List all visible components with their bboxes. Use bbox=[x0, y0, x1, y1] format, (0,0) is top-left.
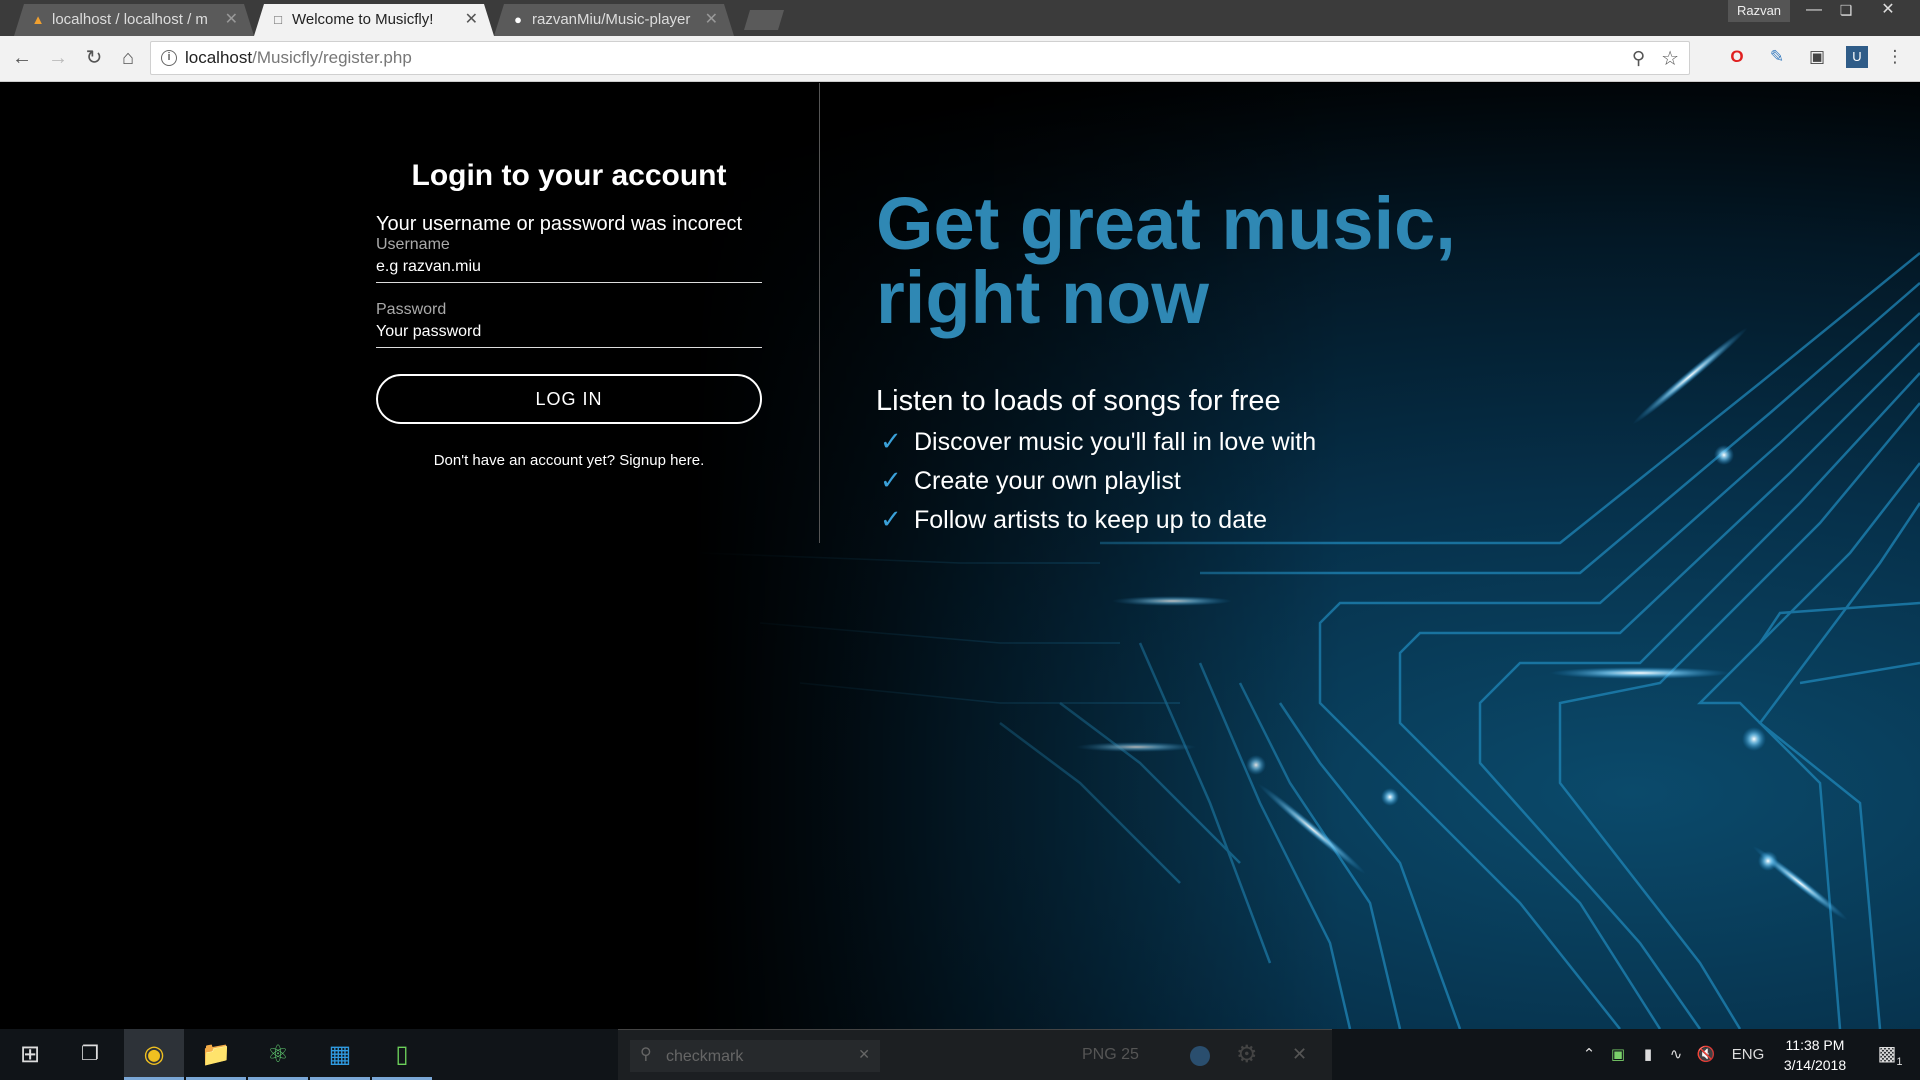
panel-divider bbox=[819, 83, 820, 543]
checkmark-icon: ✓ bbox=[880, 426, 902, 456]
browser-toolbar: ← → ↻ ⌂ i localhost/Musicfly/register.ph… bbox=[0, 36, 1920, 82]
feature-item: ✓ Create your own playlist bbox=[880, 465, 1181, 495]
checkmark-icon: ✓ bbox=[880, 504, 902, 534]
close-icon[interactable]: ✕ bbox=[225, 4, 238, 36]
home-icon[interactable]: ⌂ bbox=[114, 44, 142, 72]
search-icon: ⚲ bbox=[640, 1046, 652, 1063]
chevron-up-icon[interactable]: ⌃ bbox=[1578, 1029, 1600, 1080]
clock[interactable]: 11:38 PM 3/14/2018 bbox=[1770, 1035, 1860, 1075]
restore-icon[interactable]: ❏ bbox=[1832, 0, 1860, 22]
profile-button[interactable]: Razvan bbox=[1728, 0, 1790, 22]
signup-link[interactable]: Don't have an account yet? Signup here. bbox=[376, 452, 762, 469]
browser-title-bar: ▲ localhost / localhost / m ✕ □ Welcome … bbox=[0, 0, 1920, 36]
close-icon[interactable]: ✕ bbox=[1292, 1044, 1307, 1065]
username-input[interactable] bbox=[376, 258, 762, 276]
address-bar[interactable]: i localhost/Musicfly/register.php ⚲ ☆ bbox=[150, 41, 1690, 75]
musicfly-page: Login to your account Your username or p… bbox=[0, 83, 1920, 1029]
tab-label: localhost / localhost / m bbox=[52, 11, 208, 28]
info-icon[interactable]: i bbox=[161, 50, 177, 66]
windows-taskbar: ⊞ ❐ ◉ 📁 ⚛ ▦ ▯ ⚲ checkmark ✕ PNG 25 ⚙ ✕ ⌃… bbox=[0, 1029, 1920, 1080]
page-icon: □ bbox=[274, 12, 282, 27]
password-field-group: Password bbox=[376, 301, 762, 348]
tab-label: razvanMiu/Music-player bbox=[532, 11, 691, 28]
minimize-icon[interactable]: — bbox=[1800, 0, 1828, 22]
login-button[interactable]: LOG IN bbox=[376, 374, 762, 424]
login-form: Login to your account Your username or p… bbox=[376, 159, 762, 469]
back-icon[interactable]: ← bbox=[8, 44, 36, 72]
reload-icon[interactable]: ↻ bbox=[80, 44, 108, 72]
language-indicator[interactable]: ENG bbox=[1728, 1029, 1768, 1080]
windows-start-icon[interactable]: ⊞ bbox=[0, 1029, 60, 1080]
notification-icon[interactable]: ▩1 bbox=[1868, 1029, 1912, 1080]
key-icon[interactable]: ⚲ bbox=[1632, 48, 1645, 69]
volume-mute-icon[interactable]: 🔇 bbox=[1694, 1029, 1718, 1080]
feature-item: ✓ Discover music you'll fall in love wit… bbox=[880, 426, 1317, 456]
password-label: Password bbox=[376, 301, 447, 318]
icon-search-input[interactable]: ⚲ checkmark ✕ bbox=[630, 1040, 880, 1072]
battery-icon[interactable]: ▮ bbox=[1636, 1029, 1660, 1080]
clock-time: 11:38 PM bbox=[1785, 1037, 1845, 1053]
clear-icon[interactable]: ✕ bbox=[858, 1046, 870, 1063]
bookmark-star-icon[interactable]: ☆ bbox=[1661, 46, 1679, 71]
control-panel-icon[interactable]: ▦ bbox=[310, 1029, 370, 1080]
file-explorer-icon[interactable]: 📁 bbox=[186, 1029, 246, 1080]
error-message: Your username or password was incorect bbox=[376, 213, 743, 235]
gear-icon[interactable]: ⚙ bbox=[1236, 1040, 1258, 1069]
tab-phpmyadmin[interactable]: ▲ localhost / localhost / m ✕ bbox=[14, 4, 254, 36]
tab-musicfly[interactable]: □ Welcome to Musicfly! ✕ bbox=[254, 4, 494, 36]
forward-icon[interactable]: → bbox=[44, 44, 72, 72]
menu-icon[interactable]: ⋮ bbox=[1884, 46, 1906, 68]
hero-title: Get great music, right now bbox=[876, 182, 1456, 339]
username-label: Username bbox=[376, 236, 450, 253]
task-view-icon[interactable]: ❐ bbox=[60, 1029, 120, 1080]
security-icon[interactable]: ▣ bbox=[1606, 1029, 1630, 1080]
icon-search-panel: ⚲ checkmark ✕ PNG 25 ⚙ ✕ bbox=[618, 1029, 1332, 1080]
tab-github[interactable]: ● razvanMiu/Music-player ✕ bbox=[494, 4, 734, 36]
search-text: checkmark bbox=[666, 1048, 744, 1065]
extension-icon[interactable]: U bbox=[1846, 46, 1868, 68]
password-input[interactable] bbox=[376, 323, 762, 341]
hero-section: Get great music, right now Listen to loa… bbox=[876, 187, 1596, 535]
login-title: Login to your account bbox=[411, 159, 727, 192]
hero-subtitle: Listen to loads of songs for free bbox=[876, 385, 1281, 417]
new-tab-button[interactable] bbox=[744, 10, 784, 30]
phpmyadmin-icon: ▲ bbox=[31, 12, 45, 27]
github-icon: ● bbox=[514, 12, 522, 27]
url-text[interactable]: localhost/Musicfly/register.php bbox=[185, 42, 412, 74]
tab-label: Welcome to Musicfly! bbox=[292, 11, 434, 28]
opera-icon[interactable]: O bbox=[1726, 46, 1748, 68]
color-swatch[interactable] bbox=[1190, 1046, 1210, 1066]
wifi-icon[interactable]: ∿ bbox=[1664, 1029, 1688, 1080]
screenshot-icon[interactable]: ▣ bbox=[1806, 46, 1828, 68]
close-window-icon[interactable]: ✕ bbox=[1874, 0, 1902, 22]
close-icon[interactable]: ✕ bbox=[705, 4, 718, 36]
format-dropdown[interactable]: PNG 25 bbox=[1082, 1046, 1139, 1064]
checkmark-icon: ✓ bbox=[880, 465, 902, 495]
android-icon[interactable]: ▯ bbox=[372, 1029, 432, 1080]
eyedropper-icon[interactable]: ✎ bbox=[1766, 46, 1788, 68]
feature-item: ✓ Follow artists to keep up to date bbox=[880, 504, 1267, 534]
username-field-group: Username bbox=[376, 236, 762, 283]
clock-date: 3/14/2018 bbox=[1783, 1057, 1847, 1073]
close-icon[interactable]: ✕ bbox=[465, 4, 478, 36]
chrome-icon[interactable]: ◉ bbox=[124, 1029, 184, 1080]
atom-icon[interactable]: ⚛ bbox=[248, 1029, 308, 1080]
